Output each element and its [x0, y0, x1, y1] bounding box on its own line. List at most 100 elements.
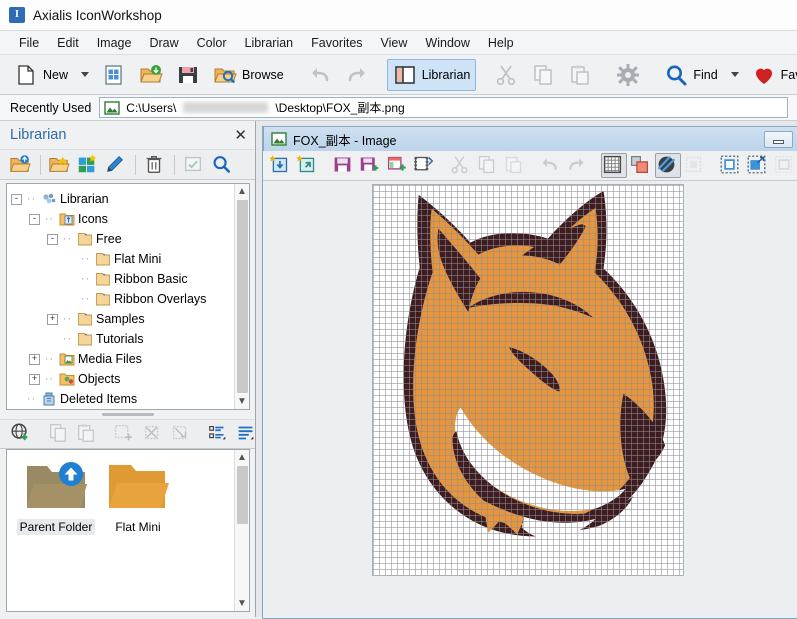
tree-item-ribbon-basic[interactable]: ··Ribbon Basic	[11, 269, 234, 289]
find-dropdown-button[interactable]	[725, 59, 745, 91]
grid-copy-button[interactable]	[46, 422, 72, 447]
tree-item-free[interactable]: -··Free	[11, 229, 234, 249]
tree-item-objects[interactable]: +··Objects	[11, 369, 234, 389]
transparency-button[interactable]	[655, 153, 681, 178]
grid-scrollbar[interactable]: ▲ ▼	[234, 450, 249, 611]
menu-favorites[interactable]: Favorites	[302, 34, 371, 52]
new-icon-library-button[interactable]	[75, 152, 101, 177]
canvas-area[interactable]	[263, 181, 797, 618]
tree-item-tutorials[interactable]: ··Tutorials	[11, 329, 234, 349]
export-from-button[interactable]	[295, 153, 321, 178]
close-icon[interactable]: ✕	[234, 128, 247, 143]
new-dropdown-button[interactable]	[75, 59, 95, 91]
tree-item-librarian[interactable]: -··Librarian	[11, 189, 234, 209]
image-canvas[interactable]	[372, 184, 684, 576]
layers-button[interactable]	[628, 153, 654, 178]
copy-button[interactable]	[525, 59, 561, 91]
expand-toggle-icon[interactable]: +	[47, 314, 58, 325]
add-image-format-icon	[386, 154, 410, 178]
select-move-button[interactable]	[745, 153, 771, 178]
menu-image[interactable]: Image	[88, 34, 141, 52]
librarian-tree: -··Librarian-··Icons-··Free··Flat Mini··…	[7, 184, 234, 409]
grid-item[interactable]: Parent Folder	[15, 460, 97, 535]
tree-item-icons[interactable]: -··Icons	[11, 209, 234, 229]
add-library-folder-button[interactable]	[8, 152, 34, 177]
import-into-button[interactable]	[268, 153, 294, 178]
crop-button[interactable]	[772, 153, 797, 178]
find-button[interactable]: Find	[658, 59, 723, 91]
delete-trash-icon	[143, 153, 167, 177]
menu-librarian[interactable]: Librarian	[236, 34, 303, 52]
grid-item[interactable]: Flat Mini	[97, 460, 179, 535]
minimize-button[interactable]	[764, 131, 793, 148]
extract-image-button[interactable]	[140, 422, 166, 447]
add-image-button[interactable]	[112, 422, 138, 447]
save-button[interactable]	[170, 59, 206, 91]
search-button[interactable]	[209, 152, 235, 177]
sort-button[interactable]	[206, 422, 232, 447]
checker-icon	[683, 154, 707, 178]
download-from-web-button[interactable]	[8, 422, 34, 447]
scrollbar-thumb[interactable]	[237, 466, 248, 524]
tree-item-ribbon-overlays[interactable]: ··Ribbon Overlays	[11, 289, 234, 309]
favorites-button[interactable]: Favorites	[746, 59, 797, 91]
expand-toggle-icon[interactable]: +	[29, 354, 40, 365]
tree-connector: ··	[79, 293, 92, 305]
librarian-toggle-button[interactable]: Librarian	[387, 59, 477, 91]
scrollbar-thumb[interactable]	[237, 200, 248, 393]
export-image-button[interactable]	[168, 422, 194, 447]
tree-item-label: Media Files	[78, 352, 142, 366]
show-grid-button[interactable]	[601, 153, 627, 178]
dock-splitter[interactable]	[0, 410, 255, 419]
settings-button[interactable]	[610, 59, 646, 91]
open-button[interactable]	[133, 59, 169, 91]
image-save-as-button[interactable]	[358, 153, 384, 178]
tree-scrollbar[interactable]: ▲ ▼	[234, 184, 249, 409]
grid-paste-button[interactable]	[74, 422, 100, 447]
expand-toggle-icon[interactable]: +	[29, 374, 40, 385]
add-image-format-button[interactable]	[385, 153, 411, 178]
select-button[interactable]	[181, 152, 207, 177]
new-button[interactable]: New	[8, 59, 74, 91]
scroll-up-icon[interactable]: ▲	[237, 186, 247, 197]
menu-window[interactable]: Window	[416, 34, 478, 52]
select-all-button[interactable]	[718, 153, 744, 178]
image-undo-button[interactable]	[538, 153, 564, 178]
menu-edit[interactable]: Edit	[48, 34, 88, 52]
redo-button[interactable]	[339, 59, 375, 91]
paste-button[interactable]	[562, 59, 598, 91]
image-cut-button[interactable]	[448, 153, 474, 178]
collapse-toggle-icon[interactable]: -	[11, 194, 22, 205]
menu-view[interactable]: View	[372, 34, 417, 52]
tree-item-flat-mini[interactable]: ··Flat Mini	[11, 249, 234, 269]
folder-icon	[77, 311, 93, 327]
new-icon-project-button[interactable]	[96, 59, 132, 91]
image-copy-button[interactable]	[475, 153, 501, 178]
menu-color[interactable]: Color	[188, 34, 236, 52]
tree-item-deleted-items[interactable]: ··Deleted Items	[11, 389, 234, 409]
add-filmstrip-button[interactable]	[412, 153, 438, 178]
menu-draw[interactable]: Draw	[140, 34, 187, 52]
open-library-folder-button[interactable]	[47, 152, 73, 177]
delete-button[interactable]	[142, 152, 168, 177]
tree-item-samples[interactable]: +··Samples	[11, 309, 234, 329]
collapse-toggle-icon[interactable]: -	[29, 214, 40, 225]
collapse-toggle-icon[interactable]: -	[47, 234, 58, 245]
image-save-button[interactable]	[331, 153, 357, 178]
cut-button[interactable]	[488, 59, 524, 91]
browse-button[interactable]: Browse	[207, 59, 290, 91]
list-view-button[interactable]	[234, 422, 255, 447]
edit-button[interactable]	[103, 152, 129, 177]
menu-help[interactable]: Help	[479, 34, 523, 52]
scroll-down-icon[interactable]: ▼	[237, 598, 247, 609]
scroll-down-icon[interactable]: ▼	[237, 396, 247, 407]
splitter-grip[interactable]	[102, 413, 154, 416]
tree-item-media-files[interactable]: +··Media Files	[11, 349, 234, 369]
checker-button[interactable]	[682, 153, 708, 178]
scroll-up-icon[interactable]: ▲	[237, 452, 247, 463]
undo-button[interactable]	[302, 59, 338, 91]
recently-used-path-combo[interactable]: C:\Users\\Desktop\FOX_副本.png	[99, 97, 788, 118]
menu-file[interactable]: File	[10, 34, 48, 52]
image-paste-button[interactable]	[502, 153, 528, 178]
image-redo-button[interactable]	[565, 153, 591, 178]
